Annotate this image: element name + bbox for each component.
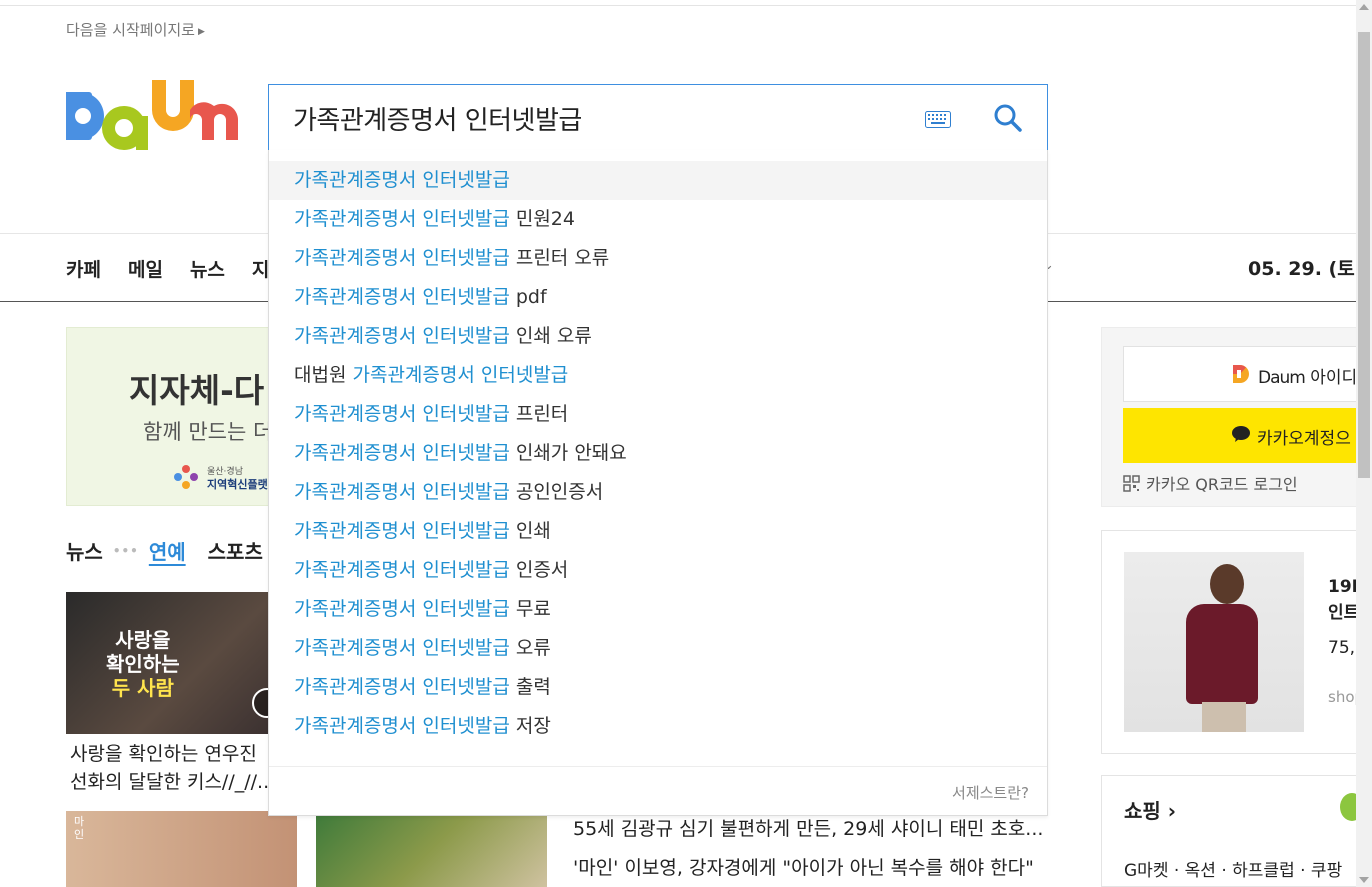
suggest-help-link[interactable]: 서제스트란? bbox=[952, 782, 1029, 803]
suggestion-match: 가족관계증명서 인터넷발급 bbox=[294, 403, 510, 425]
chevron-right-icon: › bbox=[1167, 799, 1177, 823]
date-display: 05. 29. (토) bbox=[1248, 258, 1364, 280]
daum-logo[interactable] bbox=[66, 80, 242, 156]
suggestion-match: 가족관계증명서 인터넷발급 bbox=[294, 325, 510, 347]
suggestion-item[interactable]: 가족관계증명서 인터넷발급 pdf bbox=[269, 278, 1047, 317]
suggestion-match: 가족관계증명서 인터넷발급 bbox=[294, 208, 510, 230]
news-tabs: 뉴스 ••• 연예 스포츠 bbox=[66, 536, 263, 565]
shopping-links[interactable]: G마켓 · 옥션 · 하프클럽 · 쿠팡 bbox=[1124, 856, 1342, 881]
news-thumbnail[interactable]: 사랑을 확인하는 두 사람 bbox=[66, 592, 276, 734]
tab-sports[interactable]: 스포츠 bbox=[208, 536, 263, 565]
suggestion-item[interactable]: 가족관계증명서 인터넷발급 무료 bbox=[269, 590, 1047, 629]
news-item-title[interactable]: 사랑을 확인하는 연우진 선화의 달달한 키스//_//... bbox=[70, 740, 270, 796]
suggestion-item[interactable]: 가족관계증명서 인터넷발급 인쇄 오류 bbox=[269, 317, 1047, 356]
suggestion-match: 가족관계증명서 인터넷발급 bbox=[294, 598, 510, 620]
top-border bbox=[0, 0, 1372, 6]
search-suggestions: 가족관계증명서 인터넷발급 가족관계증명서 인터넷발급 민원24 가족관계증명서 인… bbox=[268, 150, 1048, 816]
scrollbar-thumb[interactable] bbox=[1358, 32, 1370, 478]
scroll-up-icon[interactable] bbox=[1359, 4, 1369, 10]
platform-logo-icon bbox=[174, 465, 198, 489]
suggestion-item[interactable]: 가족관계증명서 인터넷발급 민원24 bbox=[269, 200, 1047, 239]
keyboard-icon[interactable] bbox=[925, 111, 951, 128]
news-thumbnail[interactable]: 마 인 bbox=[66, 811, 297, 887]
suggestion-item[interactable]: 가족관계증명서 인터넷발급 bbox=[269, 161, 1047, 200]
suggestion-footer: 서제스트란? bbox=[269, 766, 1047, 815]
start-page-link[interactable]: 다음을 시작페이지로 ▶ bbox=[66, 19, 205, 40]
suggestion-match: 가족관계증명서 인터넷발급 bbox=[294, 169, 510, 191]
nav-item-cafe[interactable]: 카페 bbox=[66, 255, 101, 282]
nav-item-news[interactable]: 뉴스 bbox=[190, 255, 225, 282]
suggestion-item[interactable]: 가족관계증명서 인터넷발급 인증서 bbox=[269, 551, 1047, 590]
product-image[interactable] bbox=[1124, 552, 1304, 732]
suggestion-match: 가족관계증명서 인터넷발급 bbox=[294, 559, 510, 581]
suggestion-item[interactable]: 가족관계증명서 인터넷발급 저장 bbox=[269, 707, 1047, 746]
suggestion-match: 가족관계증명서 인터넷발급 bbox=[294, 247, 510, 269]
suggestion-item[interactable]: 가족관계증명서 인터넷발급 출력 bbox=[269, 668, 1047, 707]
kakao-login-button[interactable]: 카카오계정으 bbox=[1123, 408, 1363, 463]
search-box[interactable]: 가족관계증명서 인터넷발급 bbox=[268, 84, 1048, 151]
qr-code-icon bbox=[1123, 474, 1140, 492]
banner-title: 지자체-다 bbox=[129, 371, 265, 410]
suggestion-match: 가족관계증명서 인터넷발급 bbox=[294, 286, 510, 308]
suggestion-item[interactable]: 가족관계증명서 인터넷발급 인쇄 bbox=[269, 512, 1047, 551]
page-scrollbar[interactable] bbox=[1356, 0, 1372, 887]
product-price: 75, bbox=[1328, 638, 1356, 658]
triangle-right-icon: ▶ bbox=[197, 27, 205, 37]
suggestion-match: 가족관계증명서 인터넷발급 bbox=[294, 637, 510, 659]
qr-login-link[interactable]: 카카오 QR코드 로그인 bbox=[1123, 471, 1298, 495]
main-nav: 카페 메일 뉴스 지 bbox=[66, 255, 269, 282]
shopping-title[interactable]: 쇼핑 › bbox=[1124, 795, 1176, 824]
banner-logo-text: 지역혁신플랫 bbox=[207, 478, 268, 491]
search-icon[interactable] bbox=[993, 103, 1023, 133]
nav-item-mail[interactable]: 메일 bbox=[128, 255, 163, 282]
suggestion-item[interactable]: 가족관계증명서 인터넷발급 프린터 오류 bbox=[269, 239, 1047, 278]
kakao-talk-icon bbox=[1232, 426, 1250, 442]
suggestion-match: 가족관계증명서 인터넷발급 bbox=[294, 520, 510, 542]
news-thumbnail[interactable] bbox=[316, 811, 547, 887]
ad-banner[interactable]: 지자체-다 함께 만드는 더 울산·경남 지역혁신플랫 bbox=[66, 327, 276, 506]
suggestion-item[interactable]: 가족관계증명서 인터넷발급 공인인증서 bbox=[269, 473, 1047, 512]
tab-news[interactable]: 뉴스 bbox=[66, 536, 103, 565]
suggestion-item[interactable]: 가족관계증명서 인터넷발급 인쇄가 안돼요 bbox=[269, 434, 1047, 473]
suggestion-match: 가족관계증명서 인터넷발급 bbox=[294, 676, 510, 698]
nav-item-map[interactable]: 지 bbox=[252, 255, 269, 282]
suggestion-match: 가족관계증명서 인터넷발급 bbox=[294, 481, 510, 503]
search-input[interactable]: 가족관계증명서 인터넷발급 bbox=[293, 100, 582, 137]
suggestion-item[interactable]: 가족관계증명서 인터넷발급 프린터 bbox=[269, 395, 1047, 434]
thumbnail-tag: 마 인 bbox=[74, 815, 85, 841]
scroll-down-icon[interactable] bbox=[1359, 877, 1369, 883]
suggestion-match: 가족관계증명서 인터넷발급 bbox=[294, 442, 510, 464]
daum-login-button[interactable]: Daum 아이디로 bbox=[1123, 346, 1372, 402]
banner-subtitle: 함께 만드는 더 bbox=[143, 420, 273, 444]
daum-d-icon bbox=[1233, 365, 1249, 383]
suggestion-match: 가족관계증명서 인터넷발급 bbox=[352, 364, 569, 386]
more-dots-icon[interactable]: ••• bbox=[113, 544, 139, 558]
thumbnail-caption: 사랑을 확인하는 두 사람 bbox=[106, 628, 180, 700]
headline-link[interactable]: 55세 김광규 심기 불편하게 만든, 29세 샤이니 태민 초호... bbox=[573, 814, 1043, 841]
headline-link[interactable]: '마인' 이보영, 강자경에게 "아이가 아닌 복수를 해야 한다" bbox=[573, 853, 1034, 880]
suggestion-item[interactable]: 가족관계증명서 인터넷발급 오류 bbox=[269, 629, 1047, 668]
suggestion-list: 가족관계증명서 인터넷발급 가족관계증명서 인터넷발급 민원24 가족관계증명서 인… bbox=[269, 150, 1047, 746]
suggestion-match: 가족관계증명서 인터넷발급 bbox=[294, 715, 510, 737]
suggestion-item[interactable]: 대법원 가족관계증명서 인터넷발급 bbox=[269, 356, 1047, 395]
tab-entertainment[interactable]: 연예 bbox=[149, 536, 186, 565]
